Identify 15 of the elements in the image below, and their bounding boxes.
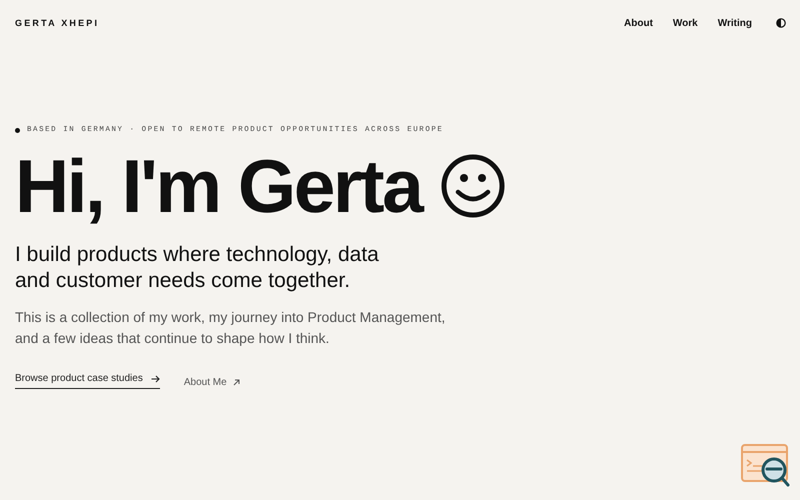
status-dot bbox=[15, 128, 20, 132]
hero-subtitle: I build products where technology, data and customer needs come together. bbox=[15, 242, 380, 294]
nav-link[interactable]: About bbox=[624, 18, 653, 28]
browser-search-icon[interactable] bbox=[741, 444, 791, 488]
intro-text: This is a collection of my work, my journey into Product Management, and a few ideas that continue to shape how I think. bbox=[15, 308, 446, 348]
about-me-link[interactable]: About Me bbox=[184, 374, 240, 388]
theme-toggle-icon[interactable] bbox=[776, 18, 786, 28]
site-logo[interactable]: GERTA XHEPI bbox=[15, 18, 100, 28]
arrow-up-right-icon bbox=[232, 379, 240, 386]
smiley-icon bbox=[441, 154, 506, 218]
arrow-right-icon bbox=[150, 374, 160, 382]
hero-title: Hi, I'm Gerta bbox=[15, 144, 422, 228]
nav-link[interactable]: Writing bbox=[718, 18, 752, 28]
nav-link[interactable]: Work bbox=[672, 18, 698, 28]
case-studies-link[interactable]: Browse product case studies bbox=[15, 373, 160, 389]
